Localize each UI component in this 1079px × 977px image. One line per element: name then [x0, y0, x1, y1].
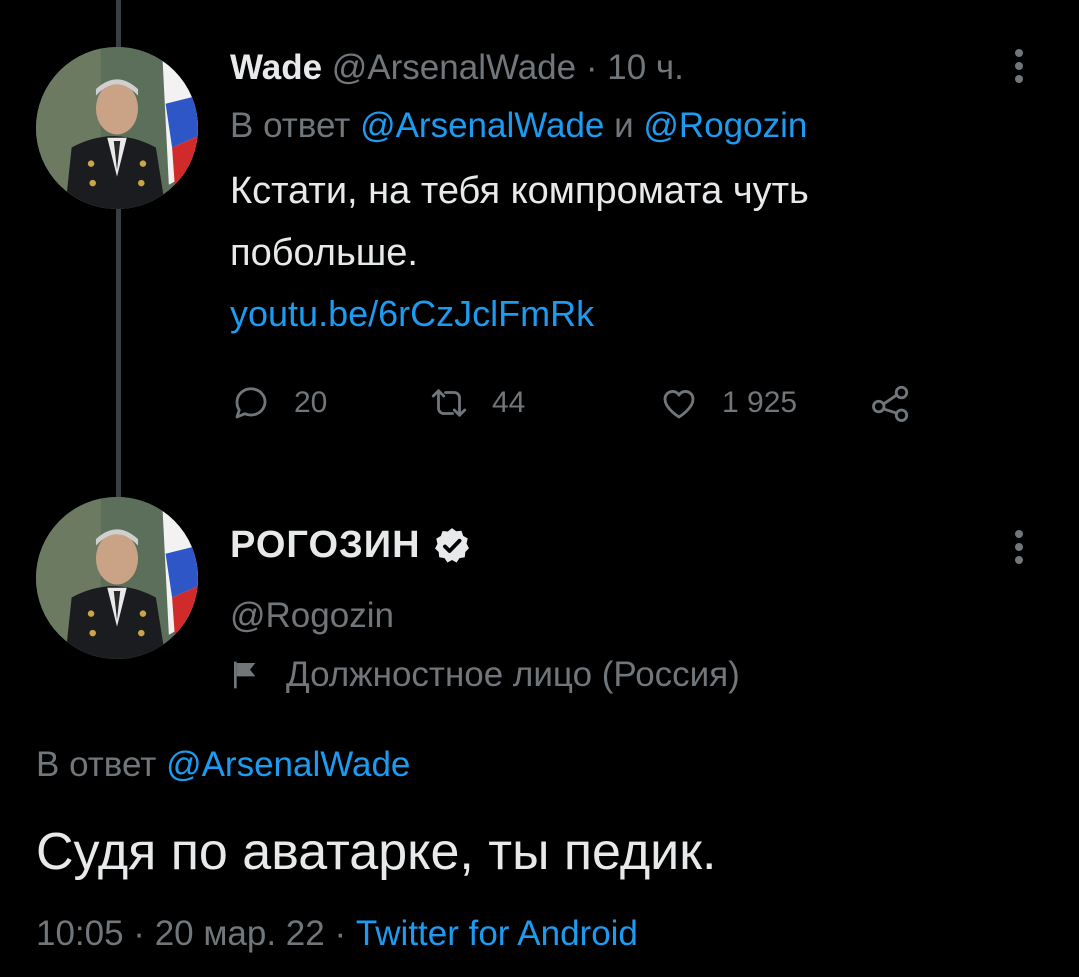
reply-mention-rogozin[interactable]: @Rogozin [643, 106, 807, 145]
tweet-meta: 10:05 · 20 мар. 22 · Twitter for Android [36, 914, 638, 954]
tweet-time[interactable]: 10 ч. [607, 48, 684, 87]
author-name-text: РОГОЗИН [230, 524, 421, 566]
author-name[interactable]: Wade [230, 48, 322, 87]
timestamp[interactable]: 10:05 · 20 мар. 22 · [36, 914, 356, 953]
tweet-text: Кстати, на тебя компромата чуть побольше… [230, 160, 990, 284]
reply-and: и [604, 106, 644, 145]
avatar[interactable] [36, 47, 198, 209]
reply-button[interactable]: 20 [230, 382, 327, 424]
label-text: Должностное лицо (Россия) [286, 655, 740, 694]
flag-icon [234, 661, 256, 689]
tweet-text: Судя по аватарке, ты педик. [36, 823, 717, 881]
share-icon [872, 385, 909, 422]
reply-prefix: В ответ [230, 106, 361, 145]
tweet-text-line: Кстати, на тебя компромата чуть [230, 170, 809, 212]
avatar[interactable] [36, 497, 198, 659]
tweet-1[interactable]: Wade @ArsenalWade · 10 ч. В ответ @Arsen… [230, 46, 990, 336]
verified-badge-icon [434, 527, 469, 562]
profile-photo-icon [36, 497, 198, 659]
more-options-icon[interactable] [1013, 526, 1025, 568]
reply-context: В ответ @ArsenalWade и @Rogozin [230, 104, 990, 148]
reply-mention-arsenalwade[interactable]: @ArsenalWade [166, 745, 410, 784]
more-options-icon[interactable] [1013, 45, 1025, 87]
author-handle[interactable]: @Rogozin [230, 596, 394, 636]
tweet-header: Wade @ArsenalWade · 10 ч. [230, 46, 990, 90]
share-button[interactable] [870, 382, 912, 424]
heart-icon [663, 390, 695, 419]
separator: · [576, 48, 608, 87]
reply-icon [235, 387, 267, 419]
author-name[interactable]: РОГОЗИН [230, 524, 473, 567]
reply-prefix: В ответ [36, 745, 167, 784]
tweet-actions: 20 44 1 925 [230, 382, 930, 426]
retweet-icon [431, 389, 467, 417]
source-link[interactable]: Twitter for Android [356, 914, 638, 953]
retweet-count: 44 [492, 386, 526, 419]
government-label[interactable]: Должностное лицо (Россия) [230, 655, 740, 695]
reply-context: В ответ @ArsenalWade [36, 745, 410, 785]
youtube-link[interactable]: youtu.be/6rCzJclFmRk [230, 292, 990, 336]
profile-photo-icon [36, 47, 198, 209]
reply-mention-arsenalwade[interactable]: @ArsenalWade [360, 106, 604, 145]
tweet-text-line: побольше. [230, 232, 418, 274]
reply-count: 20 [294, 386, 328, 419]
retweet-button[interactable]: 44 [428, 382, 525, 424]
author-handle[interactable]: @ArsenalWade [332, 48, 576, 87]
like-button[interactable]: 1 925 [658, 382, 797, 424]
like-count: 1 925 [722, 386, 798, 419]
